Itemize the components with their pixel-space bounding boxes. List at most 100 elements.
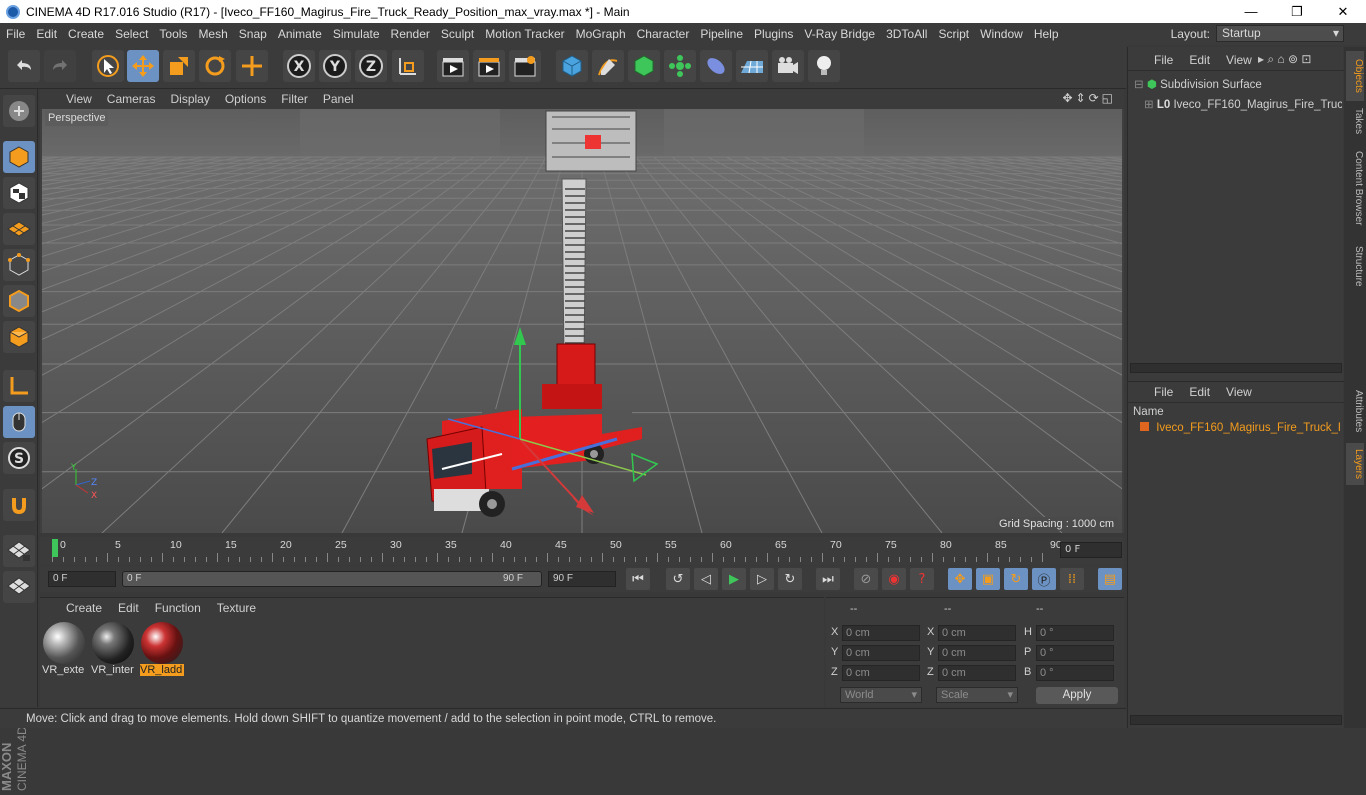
tree-item-subdivision[interactable]: ⊟ ⬢ Subdivision Surface (1134, 77, 1262, 91)
play-button[interactable]: ▶ (722, 568, 746, 590)
material-swatch[interactable]: VR_ladd (140, 622, 184, 680)
apply-button[interactable]: Apply (1036, 687, 1118, 704)
record-active-button[interactable]: ◉ (882, 568, 906, 590)
tree-expand-icon[interactable]: ⊟ (1134, 79, 1144, 91)
key-param-button[interactable]: Ⓟ (1032, 568, 1056, 590)
menu-edit[interactable]: Edit (30, 27, 62, 41)
start-frame-field[interactable]: 0 F (48, 571, 116, 587)
menu-create[interactable]: Create (62, 27, 109, 41)
menu-window[interactable]: Window (974, 27, 1028, 41)
tab-takes[interactable]: Takes (1346, 103, 1364, 139)
size-x-field[interactable]: 0 cm (938, 625, 1016, 641)
rot-p-field[interactable]: 0 ° (1036, 645, 1114, 661)
planar-workplane-button[interactable] (3, 571, 35, 603)
tab-content-browser[interactable]: Content Browser (1346, 143, 1364, 233)
texture-mode-button[interactable] (3, 177, 35, 209)
tab-structure[interactable]: Structure (1346, 239, 1364, 293)
layout-dropdown[interactable]: Startup (1216, 25, 1344, 42)
layer-menu-file[interactable]: File (1154, 385, 1173, 399)
scale-tool-button[interactable] (163, 50, 195, 82)
locked-workplane-button[interactable] (3, 535, 35, 567)
subdivision-button[interactable] (628, 50, 660, 82)
menu-render[interactable]: Render (385, 27, 435, 41)
tree-expand-icon[interactable]: ⊞ (1144, 99, 1154, 111)
render-settings-button[interactable] (509, 50, 541, 82)
layer-menu-edit[interactable]: Edit (1189, 385, 1210, 399)
rotate-tool-button[interactable] (199, 50, 231, 82)
layers-name-header[interactable]: Name (1133, 406, 1164, 418)
redo-button[interactable] (44, 50, 76, 82)
next-key-button[interactable]: ↻ (778, 568, 802, 590)
key-scale-button[interactable]: ▣ (976, 568, 1000, 590)
menu-mesh[interactable]: Mesh (192, 27, 232, 41)
tab-layers[interactable]: Layers (1346, 443, 1364, 485)
objects-toolbar-icons[interactable]: ▸ ⌕ ⌂ ⊚ ⊡ (1258, 52, 1311, 67)
mat-menu-create[interactable]: Create (66, 601, 102, 615)
playhead-marker[interactable] (52, 539, 58, 557)
make-editable-button[interactable] (3, 95, 35, 127)
obj-menu-edit[interactable]: Edit (1189, 53, 1210, 67)
previous-key-button[interactable]: ↺ (666, 568, 690, 590)
tree-item-truck[interactable]: ⊞ L0 Iveco_FF160_Magirus_Fire_Truck_ (1144, 97, 1342, 111)
key-rotation-button[interactable]: ↻ (1004, 568, 1028, 590)
menu-simulate[interactable]: Simulate (327, 27, 385, 41)
pos-y-field[interactable]: 0 cm (842, 645, 920, 661)
mat-menu-texture[interactable]: Texture (217, 601, 256, 615)
x-axis-lock-button[interactable]: X (283, 50, 315, 82)
coordinate-space-dropdown[interactable]: World (840, 687, 922, 703)
light-button[interactable] (808, 50, 840, 82)
layer-row[interactable]: Iveco_FF160_Magirus_Fire_Truck_F (1140, 422, 1340, 434)
obj-menu-view[interactable]: View (1226, 53, 1252, 67)
menu-animate[interactable]: Animate (272, 27, 327, 41)
size-z-field[interactable]: 0 cm (938, 665, 1016, 681)
tweak-mode-button[interactable] (3, 406, 35, 438)
snap-button[interactable] (3, 489, 35, 521)
menu-select[interactable]: Select (109, 27, 153, 41)
solo-mode-button[interactable]: S (3, 442, 35, 474)
y-axis-lock-button[interactable]: Y (319, 50, 351, 82)
tab-attributes[interactable]: Attributes (1346, 383, 1364, 439)
menu-plugins[interactable]: Plugins (748, 27, 798, 41)
autokey-button[interactable]: ? (910, 568, 934, 590)
menu-file[interactable]: File (0, 27, 30, 41)
menu-script[interactable]: Script (932, 27, 974, 41)
vp-menu-view[interactable]: View (66, 92, 92, 106)
perspective-label[interactable]: Perspective (45, 111, 109, 126)
objects-horizontal-scrollbar[interactable] (1130, 363, 1342, 373)
mat-menu-function[interactable]: Function (155, 601, 201, 615)
menu-tools[interactable]: Tools (153, 27, 192, 41)
layer-menu-view[interactable]: View (1226, 385, 1252, 399)
vp-menu-panel[interactable]: Panel (323, 92, 354, 106)
floor-button[interactable] (736, 50, 768, 82)
rot-b-field[interactable]: 0 ° (1036, 665, 1114, 681)
mat-menu-edit[interactable]: Edit (118, 601, 139, 615)
key-position-button[interactable]: ✥ (948, 568, 972, 590)
timeline-ruler[interactable]: 0 5 10 15 20 25 30 35 40 45 50 55 60 65 70 75 80 85 90 (50, 537, 1062, 565)
menu-3dtoall[interactable]: 3DToAll (880, 27, 932, 41)
menu-vray-bridge[interactable]: V-Ray Bridge (798, 27, 880, 41)
model-mode-button[interactable] (3, 141, 35, 173)
menu-mograph[interactable]: MoGraph (570, 27, 631, 41)
maximize-button[interactable]: ❐ (1274, 0, 1320, 23)
go-to-start-button[interactable]: ⏮ (626, 568, 650, 590)
polygons-mode-button[interactable] (3, 321, 35, 353)
points-mode-button[interactable] (3, 249, 35, 281)
size-y-field[interactable]: 0 cm (938, 645, 1016, 661)
previous-frame-button[interactable]: ◁ (694, 568, 718, 590)
timeline[interactable]: 0 5 10 15 20 25 30 35 40 45 50 55 60 65 70 75 80 85 90 0 F (40, 537, 1124, 565)
close-button[interactable]: ✕ (1320, 0, 1366, 23)
menu-snap[interactable]: Snap (233, 27, 272, 41)
deformer-button[interactable] (700, 50, 732, 82)
undo-button[interactable] (8, 50, 40, 82)
coordinate-system-button[interactable] (392, 50, 424, 82)
camera-button[interactable] (772, 50, 804, 82)
viewport-nav-icons[interactable]: ✥⇕⟳◱ (1062, 91, 1116, 105)
axis-mode-button[interactable] (3, 370, 35, 402)
pos-x-field[interactable]: 0 cm (842, 625, 920, 641)
transform-tool-button[interactable] (236, 50, 268, 82)
vp-menu-options[interactable]: Options (225, 92, 266, 106)
menu-pipeline[interactable]: Pipeline (694, 27, 748, 41)
key-pla-button[interactable]: ⁞⁞ (1060, 568, 1084, 590)
move-tool-button[interactable] (127, 50, 159, 82)
z-axis-lock-button[interactable]: Z (355, 50, 387, 82)
